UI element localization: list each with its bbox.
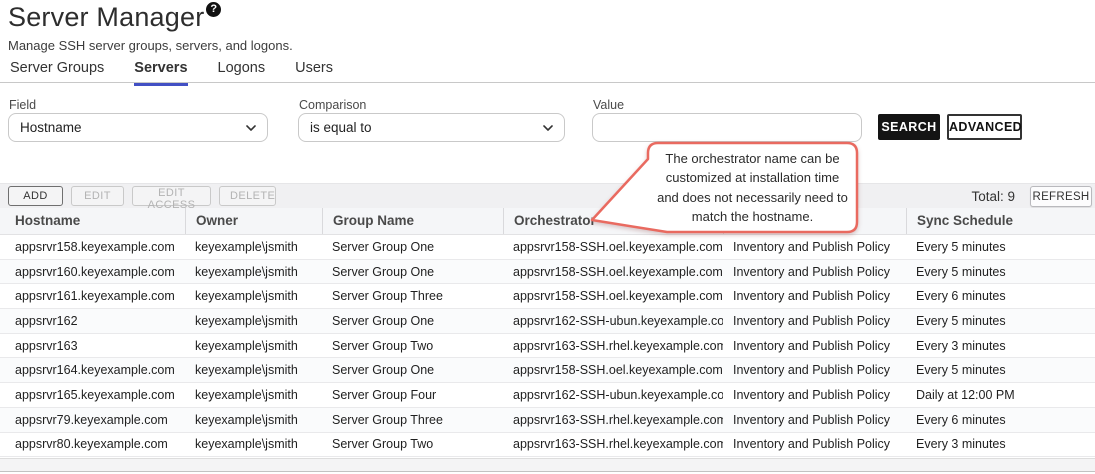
tabs-divider (0, 82, 1095, 83)
table-cell: keyexample\jsmith (185, 413, 322, 427)
chevron-down-icon (542, 122, 554, 134)
table-footer (0, 458, 1095, 472)
table-cell: keyexample\jsmith (185, 437, 322, 451)
table-cell: appsrvr158-SSH.oel.keyexample.com (503, 240, 723, 254)
table-cell: appsrvr158-SSH.oel.keyexample.com (503, 363, 723, 377)
table-cell: appsrvr163 (0, 339, 185, 353)
table-cell: Server Group Two (322, 437, 503, 451)
table-cell: appsrvr163-SSH.rhel.keyexample.com (503, 413, 723, 427)
table-cell: appsrvr80.keyexample.com (0, 437, 185, 451)
table-cell: Every 5 minutes (906, 363, 1095, 377)
table-cell: Server Group One (322, 265, 503, 279)
table-cell: appsrvr160.keyexample.com (0, 265, 185, 279)
table-cell: Server Group Two (322, 339, 503, 353)
page-subtitle: Manage SSH server groups, servers, and l… (8, 38, 293, 53)
table-cell: Inventory and Publish Policy (723, 314, 906, 328)
table-cell: appsrvr163-SSH.rhel.keyexample.com (503, 437, 723, 451)
table-row[interactable]: appsrvr80.keyexample.comkeyexample\jsmit… (0, 433, 1095, 458)
table-cell: keyexample\jsmith (185, 314, 322, 328)
table-cell: keyexample\jsmith (185, 388, 322, 402)
table-cell: appsrvr162 (0, 314, 185, 328)
table-cell: Every 5 minutes (906, 265, 1095, 279)
table-row[interactable]: appsrvr165.keyexample.comkeyexample\jsmi… (0, 383, 1095, 408)
table-cell: Inventory and Publish Policy (723, 339, 906, 353)
table-cell: Inventory and Publish Policy (723, 437, 906, 451)
table-cell: appsrvr158.keyexample.com (0, 240, 185, 254)
table-cell: Server Group One (322, 314, 503, 328)
table-cell: Server Group Three (322, 289, 503, 303)
table-row[interactable]: appsrvr163keyexample\jsmithServer Group … (0, 334, 1095, 359)
refresh-button[interactable]: REFRESH (1030, 186, 1092, 207)
table-cell: Inventory and Publish Policy (723, 265, 906, 279)
table-row[interactable]: appsrvr164.keyexample.comkeyexample\jsmi… (0, 358, 1095, 383)
table-cell: Every 5 minutes (906, 240, 1095, 254)
table-cell: Every 6 minutes (906, 413, 1095, 427)
table-cell: Server Group Three (322, 413, 503, 427)
table-cell: appsrvr165.keyexample.com (0, 388, 185, 402)
edit-button[interactable]: EDIT (71, 186, 124, 206)
table-cell: appsrvr79.keyexample.com (0, 413, 185, 427)
table-row[interactable]: appsrvr79.keyexample.comkeyexample\jsmit… (0, 408, 1095, 433)
page-title: Server Manager? (8, 2, 221, 33)
table-row[interactable]: appsrvr158.keyexample.comkeyexample\jsmi… (0, 235, 1095, 260)
column-header-sync-schedule[interactable]: Sync Schedule (906, 208, 1095, 234)
table-cell: Inventory and Publish Policy (723, 363, 906, 377)
table-body: appsrvr158.keyexample.comkeyexample\jsmi… (0, 235, 1095, 457)
table-cell: Inventory and Publish Policy (723, 388, 906, 402)
table-cell: appsrvr158-SSH.oel.keyexample.com (503, 289, 723, 303)
comparison-label: Comparison (299, 98, 366, 112)
table-row[interactable]: appsrvr162keyexample\jsmithServer Group … (0, 309, 1095, 334)
table-cell: Server Group One (322, 363, 503, 377)
table-cell: appsrvr164.keyexample.com (0, 363, 185, 377)
table-cell: Inventory and Publish Policy (723, 289, 906, 303)
table-cell: appsrvr162-SSH-ubun.keyexample.com (503, 388, 723, 402)
table-cell: Every 6 minutes (906, 289, 1095, 303)
column-header-owner[interactable]: Owner (185, 208, 322, 234)
table-cell: Daily at 12:00 PM (906, 388, 1095, 402)
table-cell: keyexample\jsmith (185, 265, 322, 279)
table-toolbar: ADD EDIT EDIT ACCESS DELETE Total: 9 REF… (0, 183, 1095, 208)
field-select-value: Hostname (20, 120, 82, 135)
add-button[interactable]: ADD (8, 186, 63, 206)
table-cell: Every 3 minutes (906, 437, 1095, 451)
field-select[interactable]: Hostname (8, 113, 268, 142)
table-cell: appsrvr163-SSH.rhel.keyexample.com (503, 339, 723, 353)
total-count: Total: 9 (971, 189, 1015, 204)
table-cell: Every 3 minutes (906, 339, 1095, 353)
search-button[interactable]: SEARCH (878, 114, 940, 140)
value-label: Value (593, 98, 624, 112)
comparison-select-value: is equal to (310, 120, 372, 135)
table-cell: keyexample\jsmith (185, 240, 322, 254)
edit-access-button[interactable]: EDIT ACCESS (132, 186, 211, 206)
column-header-policy[interactable] (723, 208, 906, 234)
advanced-button[interactable]: ADVANCED (947, 114, 1022, 140)
table-cell: Server Group Four (322, 388, 503, 402)
table-cell: Server Group One (322, 240, 503, 254)
value-input-wrap (592, 113, 862, 142)
comparison-select[interactable]: is equal to (298, 113, 565, 142)
value-input[interactable] (604, 114, 850, 141)
table-cell: Inventory and Publish Policy (723, 413, 906, 427)
field-label: Field (9, 98, 36, 112)
table-cell: Every 5 minutes (906, 314, 1095, 328)
help-icon[interactable]: ? (206, 2, 221, 17)
table-cell: keyexample\jsmith (185, 289, 322, 303)
column-header-hostname[interactable]: Hostname (0, 208, 185, 234)
table-cell: Inventory and Publish Policy (723, 240, 906, 254)
table-cell: keyexample\jsmith (185, 339, 322, 353)
table-row[interactable]: appsrvr161.keyexample.comkeyexample\jsmi… (0, 284, 1095, 309)
delete-button[interactable]: DELETE (219, 186, 276, 206)
table-cell: appsrvr162-SSH-ubun.keyexample.com (503, 314, 723, 328)
table-row[interactable]: appsrvr160.keyexample.comkeyexample\jsmi… (0, 260, 1095, 285)
chevron-down-icon (245, 122, 257, 134)
column-header-orchestrator[interactable]: Orchestrator (503, 208, 723, 234)
table-cell: appsrvr161.keyexample.com (0, 289, 185, 303)
table-header: Hostname Owner Group Name Orchestrator S… (0, 208, 1095, 235)
column-header-group-name[interactable]: Group Name (322, 208, 503, 234)
table-cell: appsrvr158-SSH.oel.keyexample.com (503, 265, 723, 279)
table-cell: keyexample\jsmith (185, 363, 322, 377)
